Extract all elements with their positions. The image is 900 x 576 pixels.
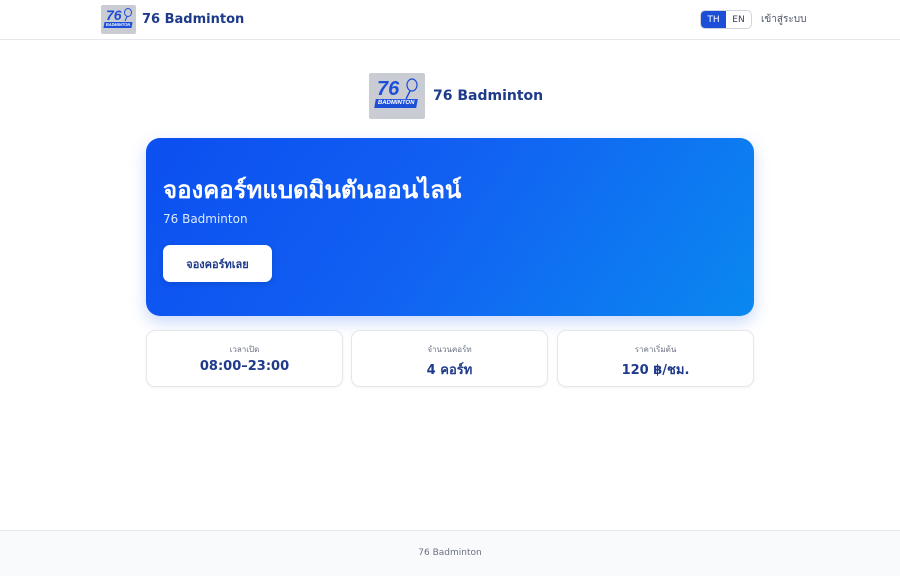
card-value: 4 คอร์ท [426, 363, 473, 378]
hero-banner: จองคอร์ทแบดมินตันออนไลน์ 76 Badminton จอ… [146, 138, 754, 316]
center-brand: 76 BADMINTON 76 Badminton [369, 73, 543, 119]
footer: 76 Badminton [0, 530, 900, 576]
racket-icon [405, 78, 418, 100]
card-value: 120 ฿/ชม. [621, 363, 690, 378]
card-value: 08:00–23:00 [199, 359, 290, 374]
info-card-price: ราคาเริ่มต้น 120 ฿/ชม. [557, 330, 754, 387]
lang-th-button[interactable]: TH [701, 11, 726, 28]
top-nav: 76 BADMINTON 76 Badminton TH EN เข้าสู่ร… [0, 0, 900, 40]
brand-name: 76 Badminton [142, 12, 245, 27]
logo-number: 76 [106, 7, 122, 23]
brand-link[interactable]: 76 BADMINTON 76 Badminton [101, 5, 244, 34]
book-now-button[interactable]: จองคอร์ทเลย [163, 245, 272, 282]
language-toggle: TH EN [700, 10, 752, 29]
logo-banner: BADMINTON [103, 22, 133, 28]
hero-title: จองคอร์ทแบดมินตันออนไลน์ [163, 176, 462, 204]
racket-icon [124, 8, 132, 22]
footer-text: 76 Badminton [418, 548, 482, 558]
logo-number: 76 [377, 78, 400, 100]
info-card-hours: เวลาเปิด 08:00–23:00 [146, 330, 343, 387]
logo-image-large: 76 BADMINTON [369, 73, 425, 119]
card-label: จำนวนคอร์ท [427, 345, 472, 354]
info-card-courts: จำนวนคอร์ท 4 คอร์ท [351, 330, 548, 387]
card-label: ราคาเริ่มต้น [634, 345, 677, 354]
center-brand-name: 76 Badminton [433, 88, 544, 104]
card-label: เวลาเปิด [229, 345, 260, 354]
login-link[interactable]: เข้าสู่ระบบ [761, 12, 806, 27]
logo-image: 76 BADMINTON [101, 5, 136, 34]
lang-en-button[interactable]: EN [726, 11, 751, 28]
hero-subtitle: 76 Badminton [163, 212, 248, 226]
logo-banner: BADMINTON [374, 99, 418, 108]
